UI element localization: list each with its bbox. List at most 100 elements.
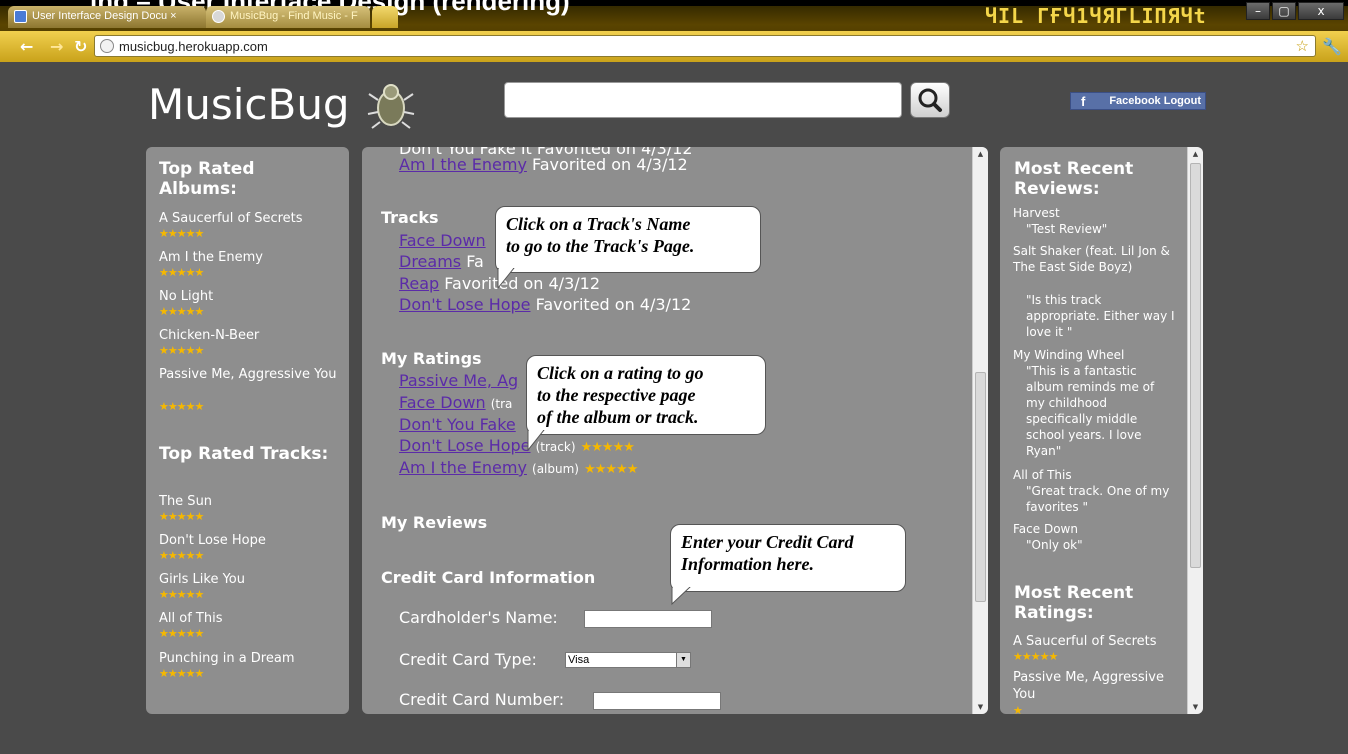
- review-item[interactable]: Face Down: [1013, 521, 1175, 537]
- credit-card-number-input[interactable]: [593, 692, 721, 710]
- tab-user-interface-doc[interactable]: User Interface Design Docu ×: [8, 6, 206, 28]
- rating-row: Passive Me, Ag: [399, 371, 518, 390]
- scroll-down-icon[interactable]: ▼: [1188, 700, 1203, 714]
- rating-row: Face Down (tra: [399, 393, 512, 412]
- rating-link[interactable]: Am I the Enemy: [399, 458, 527, 477]
- bug-logo-icon: [367, 84, 415, 129]
- rating-link[interactable]: Face Down: [399, 393, 486, 412]
- album-link[interactable]: Chicken-N-Beer: [159, 327, 339, 344]
- album-link[interactable]: A Saucerful of Secrets: [159, 210, 339, 227]
- facebook-icon: f: [1081, 94, 1086, 109]
- album-link[interactable]: Am I the Enemy: [399, 155, 527, 174]
- page-info-icon[interactable]: [100, 39, 114, 53]
- track-link[interactable]: Punching in a Dream: [159, 650, 339, 667]
- tab-musicbug[interactable]: MusicBug - Find Music - F: [206, 6, 370, 28]
- callout-tail: [671, 587, 691, 606]
- scroll-thumb[interactable]: [1190, 163, 1201, 568]
- album-link[interactable]: Am I the Enemy: [159, 249, 339, 266]
- rating-link[interactable]: Don't You Fake: [399, 415, 516, 434]
- right-sidebar: Most Recent Reviews: Harvest "Test Revie…: [1000, 147, 1203, 714]
- track-link[interactable]: Don't Lose Hope: [159, 532, 339, 549]
- favorited-date: Favorited on 4/3/12: [444, 274, 600, 293]
- site-logo[interactable]: MusicBug: [148, 80, 350, 129]
- callout-line: to go to the Track's Page.: [506, 236, 695, 256]
- search-button[interactable]: [910, 82, 950, 118]
- globe-icon: [212, 10, 225, 23]
- credit-card-heading: Credit Card Information: [381, 568, 596, 587]
- scroll-thumb[interactable]: [975, 372, 986, 602]
- callout-line: of the album or track.: [537, 407, 699, 427]
- track-name-callout: Click on a Track's Name to go to the Tra…: [495, 206, 761, 273]
- search-icon: [918, 88, 942, 112]
- address-bar[interactable]: musicbug.herokuapp.com ☆: [94, 35, 1316, 57]
- rating-callout: Click on a rating to go to the respectiv…: [526, 355, 766, 435]
- track-link[interactable]: The Sun: [159, 493, 339, 510]
- album-link[interactable]: Passive Me, Aggressive You: [159, 366, 339, 383]
- facebook-logout-button[interactable]: f Facebook Logout: [1070, 92, 1206, 110]
- search-input[interactable]: [504, 82, 902, 118]
- maximize-button[interactable]: ▢: [1272, 2, 1296, 20]
- star-rating: ★★★★★: [580, 440, 635, 455]
- wrench-icon[interactable]: 🔧: [1322, 37, 1342, 56]
- rating-item[interactable]: A Saucerful of Secrets: [1013, 633, 1185, 650]
- star-rating: ★★★★★: [159, 344, 204, 357]
- cardholder-name-input[interactable]: [584, 610, 712, 628]
- tab-label: MusicBug - Find Music - F: [230, 10, 358, 22]
- track-link[interactable]: Don't Lose Hope: [399, 295, 531, 314]
- bookmark-star-icon[interactable]: ☆: [1296, 37, 1309, 55]
- callout-tail: [527, 430, 545, 452]
- forward-arrow-icon[interactable]: →: [50, 37, 63, 56]
- callout-tail: [497, 268, 515, 290]
- review-quote: "This is a fantastic album reminds me of…: [1026, 364, 1155, 458]
- right-scrollbar[interactable]: ▲ ▼: [1187, 147, 1203, 714]
- credit-card-type-select[interactable]: Visa ▼: [565, 652, 691, 668]
- review-item[interactable]: All of This: [1013, 467, 1175, 483]
- theme-brand-art: ЧIL ГҒЧ1ЧЯГLІПЯЧt: [985, 4, 1207, 28]
- scroll-up-icon[interactable]: ▲: [1188, 147, 1203, 161]
- album-link[interactable]: No Light: [159, 288, 339, 305]
- track-link[interactable]: Girls Like You: [159, 571, 339, 588]
- close-button[interactable]: x: [1298, 2, 1344, 20]
- most-recent-ratings-heading: Most Recent Ratings:: [1014, 583, 1134, 623]
- track-link[interactable]: Reap: [399, 274, 439, 293]
- url-text: musicbug.herokuapp.com: [119, 39, 268, 54]
- rating-kind: (album): [532, 462, 579, 476]
- rating-link[interactable]: Don't Lose Hope: [399, 436, 531, 455]
- credit-card-number-label: Credit Card Number:: [399, 690, 565, 709]
- callout-line: Click on a Track's Name: [506, 214, 691, 234]
- tracks-heading: Tracks: [381, 208, 439, 227]
- favorited-date: Favorited on 4/3/12: [535, 295, 692, 314]
- rating-link[interactable]: Passive Me, Ag: [399, 371, 518, 390]
- track-link[interactable]: All of This: [159, 610, 339, 627]
- chevron-down-icon: ▼: [676, 653, 690, 667]
- star-rating: ★★★★★: [159, 227, 204, 240]
- scroll-down-icon[interactable]: ▼: [973, 700, 988, 714]
- star-rating: ★★★★★: [1013, 650, 1058, 663]
- reload-icon[interactable]: ↻: [74, 37, 87, 56]
- facebook-logout-label: Facebook Logout: [1109, 95, 1201, 107]
- track-link[interactable]: Dreams: [399, 252, 461, 271]
- rating-row: Don't Lose Hope (track) ★★★★★: [399, 436, 635, 455]
- star-rating: ★★★★★: [159, 549, 204, 562]
- tab-label: User Interface Design Docu ×: [32, 10, 177, 22]
- review-item[interactable]: Salt Shaker (feat. Lil Jon & The East Si…: [1013, 243, 1175, 275]
- callout-line: Information here.: [681, 554, 815, 574]
- browser-chrome: ing – User Interface Design (rendering) …: [0, 0, 1348, 62]
- rating-item[interactable]: Passive Me, Aggressive You: [1013, 669, 1185, 703]
- back-arrow-icon[interactable]: ←: [20, 37, 33, 56]
- minimize-button[interactable]: –: [1246, 2, 1270, 20]
- scroll-up-icon[interactable]: ▲: [973, 147, 988, 161]
- star-rating: ★★★★★: [159, 266, 204, 279]
- main-scrollbar[interactable]: ▲ ▼: [972, 147, 988, 714]
- review-item[interactable]: Harvest: [1013, 205, 1175, 221]
- favorited-date: Fa: [466, 252, 484, 271]
- rating-row: Am I the Enemy (album) ★★★★★: [399, 458, 638, 477]
- track-link[interactable]: Face Down: [399, 231, 486, 250]
- callout-line: Enter your Credit Card: [681, 532, 854, 552]
- review-item[interactable]: My Winding Wheel: [1013, 347, 1175, 363]
- star-rating: ★: [1013, 704, 1023, 715]
- star-rating: ★★★★★: [159, 667, 204, 680]
- new-tab-button[interactable]: [372, 6, 398, 28]
- rating-row: Don't You Fake: [399, 415, 516, 434]
- left-sidebar: Top Rated Albums: A Saucerful of Secrets…: [146, 147, 349, 714]
